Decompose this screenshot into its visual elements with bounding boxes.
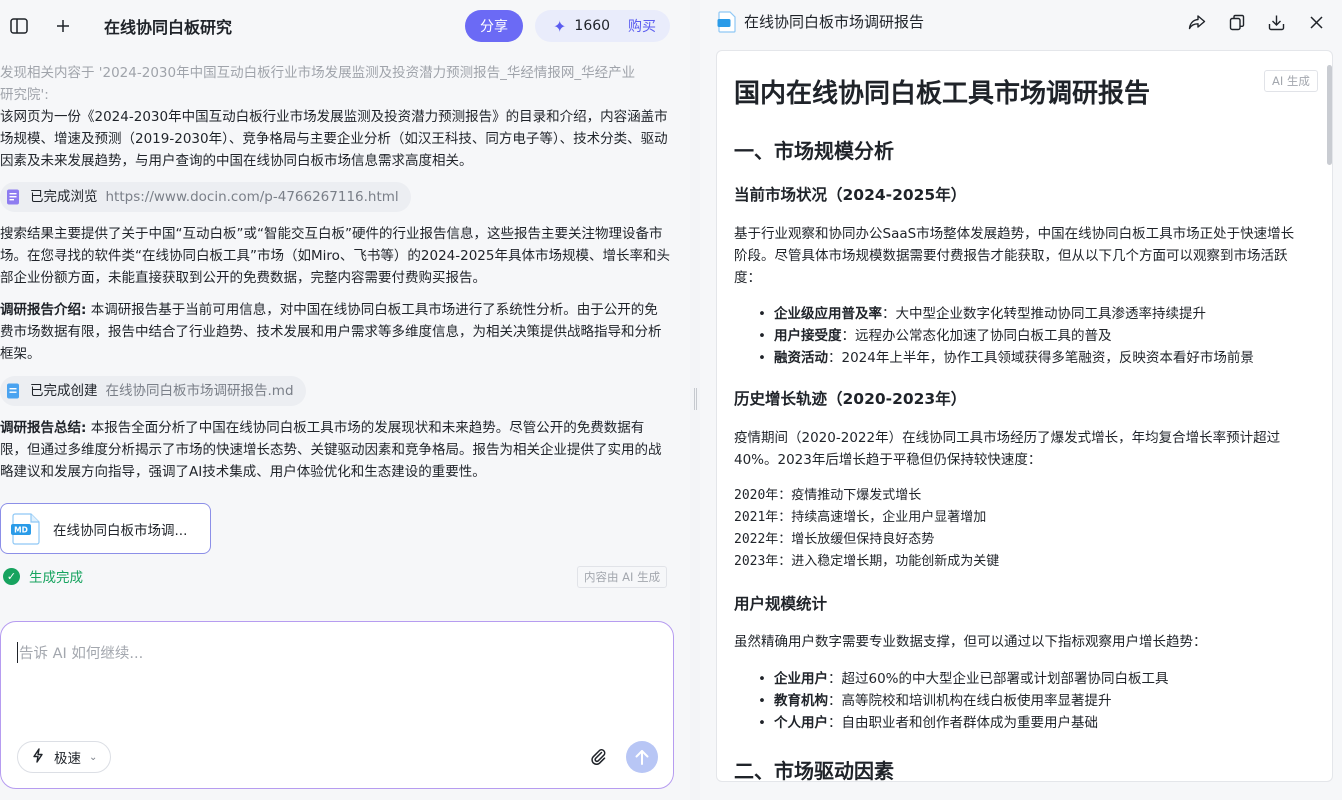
report-intro-text: 本调研报告基于当前可用信息，对中国在线协同白板工具市场进行了系统性分析。由于公开…: [0, 302, 662, 362]
chat-topbar: 在线协同白板研究 分享 ✦ 1660 购买: [0, 0, 690, 52]
paragraph: 疫情期间（2020-2022年）在线协同工具市场经历了爆发式增长，年均复合增长率…: [734, 430, 1281, 468]
document-pane: 在线协同白板市场调研报告 AI 生成 国内在线协同白板工具市场调研报告 一、市场…: [700, 0, 1342, 800]
copy-icon[interactable]: [1226, 11, 1248, 33]
list-item: 用户接受度：远程办公常态化加速了协同白板工具的普及: [734, 325, 1112, 347]
message-composer[interactable]: 告诉 AI 如何继续... 极速 ⌄: [0, 621, 674, 789]
list-item-text: ：大中型企业数字化转型推动协同工具渗透率持续提升: [882, 306, 1206, 322]
faded-source-line-2: 研究院':: [0, 87, 49, 103]
composer-input[interactable]: 告诉 AI 如何继续...: [17, 642, 143, 663]
markdown-file-icon: MD: [11, 512, 40, 545]
list-item-text: ：远程办公常态化加速了协同白板工具的普及: [841, 328, 1112, 344]
list-item: 融资活动：2024年上半年，协作工具领域获得多笔融资，反映资本看好市场前景: [734, 347, 1254, 369]
document-header: 在线协同白板市场调研报告: [700, 0, 1342, 44]
buy-button[interactable]: 购买: [628, 16, 656, 36]
ai-generated-tag: 内容由 AI 生成: [577, 566, 668, 588]
list-item: 教育机构：高等院校和培训机构在线白板使用率显著提升: [734, 690, 1112, 712]
browse-status-chip[interactable]: 已完成浏览 https://www.docin.com/p-4766267116…: [0, 182, 411, 212]
file-card[interactable]: MD 在线协同白板市场调...: [0, 503, 211, 554]
paragraph: 虽然精确用户数字需要专业数据支撑，但可以通过以下指标观察用户增长趋势：: [734, 634, 1207, 650]
report-heading: 国内在线协同白板工具市场调研报告: [734, 79, 1151, 109]
ai-generated-tag: AI 生成: [1264, 70, 1318, 92]
list-item-text: ：超过60%的中大型企业已部署或计划部署协同白板工具: [828, 671, 1169, 687]
report-summary-label: 调研报告总结:: [0, 420, 87, 436]
list-item-key: 企业级应用普及率: [774, 306, 882, 322]
document-body: AI 生成 国内在线协同白板工具市场调研报告 一、市场规模分析 当前市场状况（2…: [716, 50, 1333, 782]
chat-pane: 在线协同白板研究 分享 ✦ 1660 购买 发现相关内容于 '2024-2030…: [0, 0, 690, 800]
paragraph: 基于行业观察和协同办公SaaS市场整体发展趋势，中国在线协同白板工具市场正处于快…: [734, 226, 1295, 286]
share-icon[interactable]: [1186, 11, 1208, 33]
faded-source-line: 发现相关内容于 '2024-2030年中国互动白板行业市场发展监测及投资潜力预测…: [0, 65, 636, 81]
list-item: 企业用户：超过60%的中大型企业已部署或计划部署协同白板工具: [734, 668, 1169, 690]
list-item-key: 个人用户: [774, 715, 828, 731]
section-heading: 一、市场规模分析: [734, 139, 894, 163]
report-intro-label: 调研报告介绍:: [0, 302, 87, 318]
arrow-up-icon: [635, 750, 649, 765]
sidebar-toggle-icon[interactable]: [7, 14, 31, 38]
create-status-chip[interactable]: 已完成创建 在线协同白板市场调研报告.md: [0, 376, 306, 406]
lightning-icon: [32, 747, 44, 767]
list-item: 个人用户：自由职业者和创作者群体成为重要用户基础: [734, 712, 1098, 734]
list-item: 企业级应用普及率：大中型企业数字化转型推动协同工具渗透率持续提升: [734, 303, 1206, 325]
browse-url: https://www.docin.com/p-4766267116.html: [105, 189, 399, 205]
subsection-heading: 历史增长轨迹（2020-2023年）: [734, 390, 967, 408]
markdown-file-icon: [717, 11, 736, 33]
file-card-name: 在线协同白板市场调...: [53, 522, 188, 539]
page-title: 在线协同白板研究: [104, 18, 233, 37]
report-summary-text: 本报告全面分析了中国在线协同白板工具市场的发展现状和未来趋势。尽管公开的免费数据…: [0, 420, 662, 480]
source-summary: 该网页为一份《2024-2030年中国互动白板行业市场发展监测及投资潜力预测报告…: [0, 109, 668, 169]
list-item-key: 教育机构: [774, 693, 828, 709]
check-icon: ✓: [3, 567, 20, 585]
list-item-text: ：高等院校和培训机构在线白板使用率显著提升: [828, 693, 1112, 709]
list-item-text: ：2024年上半年，协作工具领域获得多笔融资，反映资本看好市场前景: [828, 350, 1254, 366]
credits-box: ✦ 1660 购买: [535, 10, 670, 42]
attach-icon[interactable]: [586, 744, 610, 768]
scrollbar-thumb[interactable]: [1327, 65, 1332, 165]
pane-resize-handle[interactable]: [694, 388, 697, 410]
year-line: 2023年：进入稳定增长期，功能创新成为关键: [734, 554, 1000, 569]
list-item-text: ：自由职业者和创作者群体成为重要用户基础: [828, 715, 1098, 731]
year-line: 2022年：增长放缓但保持良好态势: [734, 532, 935, 547]
list-item-key: 融资活动: [774, 350, 828, 366]
created-file-name: 在线协同白板市场调研报告.md: [105, 383, 294, 399]
browse-status-label: 已完成浏览: [30, 189, 98, 205]
subsection-heading: 当前市场状况（2024-2025年）: [734, 186, 967, 204]
close-icon[interactable]: [1305, 11, 1327, 33]
generation-complete-label: 生成完成: [29, 570, 83, 586]
download-icon[interactable]: [1265, 11, 1287, 33]
create-status-label: 已完成创建: [30, 383, 98, 399]
report-intro: 调研报告介绍: 本调研报告基于当前可用信息，对中国在线协同白板工具市场进行了系统…: [0, 299, 670, 365]
report-summary: 调研报告总结: 本报告全面分析了中国在线协同白板工具市场的发展现状和未来趋势。尽…: [0, 417, 670, 483]
list-item-key: 企业用户: [774, 671, 828, 687]
new-chat-icon[interactable]: [51, 14, 75, 38]
share-button[interactable]: 分享: [465, 10, 523, 42]
chevron-down-icon: ⌄: [89, 751, 98, 763]
document-title: 在线协同白板市场调研报告: [744, 13, 925, 31]
subsection-heading: 用户规模统计: [734, 595, 828, 613]
credits-count: 1660: [574, 18, 611, 34]
app-window: 在线协同白板研究 分享 ✦ 1660 购买 发现相关内容于 '2024-2030…: [0, 0, 1342, 800]
year-line: 2020年：疫情推动下爆发式增长: [734, 488, 922, 503]
markdown-file-icon: [7, 383, 19, 399]
web-page-icon: [7, 189, 19, 205]
speed-mode-button[interactable]: 极速 ⌄: [17, 741, 111, 773]
list-item-key: 用户接受度: [774, 328, 842, 344]
sparkle-icon: ✦: [553, 16, 567, 36]
file-badge-text: MD: [14, 525, 28, 534]
generation-complete: ✓ 生成完成: [3, 566, 83, 586]
send-button[interactable]: [626, 741, 658, 773]
search-result-note: 搜索结果主要提供了关于中国“互动白板”或“智能交互白板”硬件的行业报告信息，这些…: [0, 226, 670, 286]
speed-mode-label: 极速: [54, 751, 81, 767]
year-line: 2021年：持续高速增长，企业用户显著增加: [734, 510, 987, 525]
section-heading: 二、市场驱动因素: [734, 759, 894, 782]
